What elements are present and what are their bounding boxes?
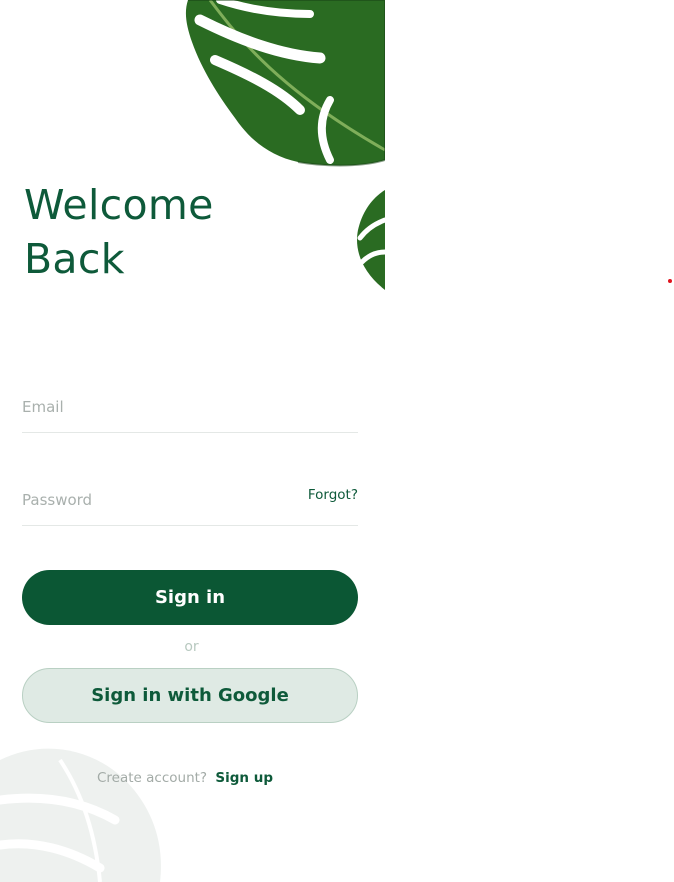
email-field-wrapper [22,392,358,433]
title-line-2: Back [24,235,125,283]
create-account-text: Create account? [96,770,208,786]
login-screen: Welcome Back Forgot? Sign in or Sign in … [0,0,385,882]
sign-up-link[interactable]: Sign up [215,770,273,786]
monstera-leaf-icon [185,0,385,167]
password-field[interactable] [22,485,272,515]
forgot-password-link[interactable]: Forgot? [308,487,358,503]
faded-leaf-icon [0,748,161,882]
google-sign-in-button[interactable]: Sign in with Google [22,668,358,723]
monstera-leaf-small-icon [357,190,385,290]
create-account-row: Create account? Sign up [0,770,370,786]
title-line-1: Welcome [24,181,214,229]
email-field[interactable] [22,392,272,422]
password-field-wrapper: Forgot? [22,485,358,526]
or-divider: or [184,639,199,655]
sign-in-button[interactable]: Sign in [22,570,358,625]
red-indicator-dot [668,279,672,283]
page-title: Welcome Back [24,178,214,286]
